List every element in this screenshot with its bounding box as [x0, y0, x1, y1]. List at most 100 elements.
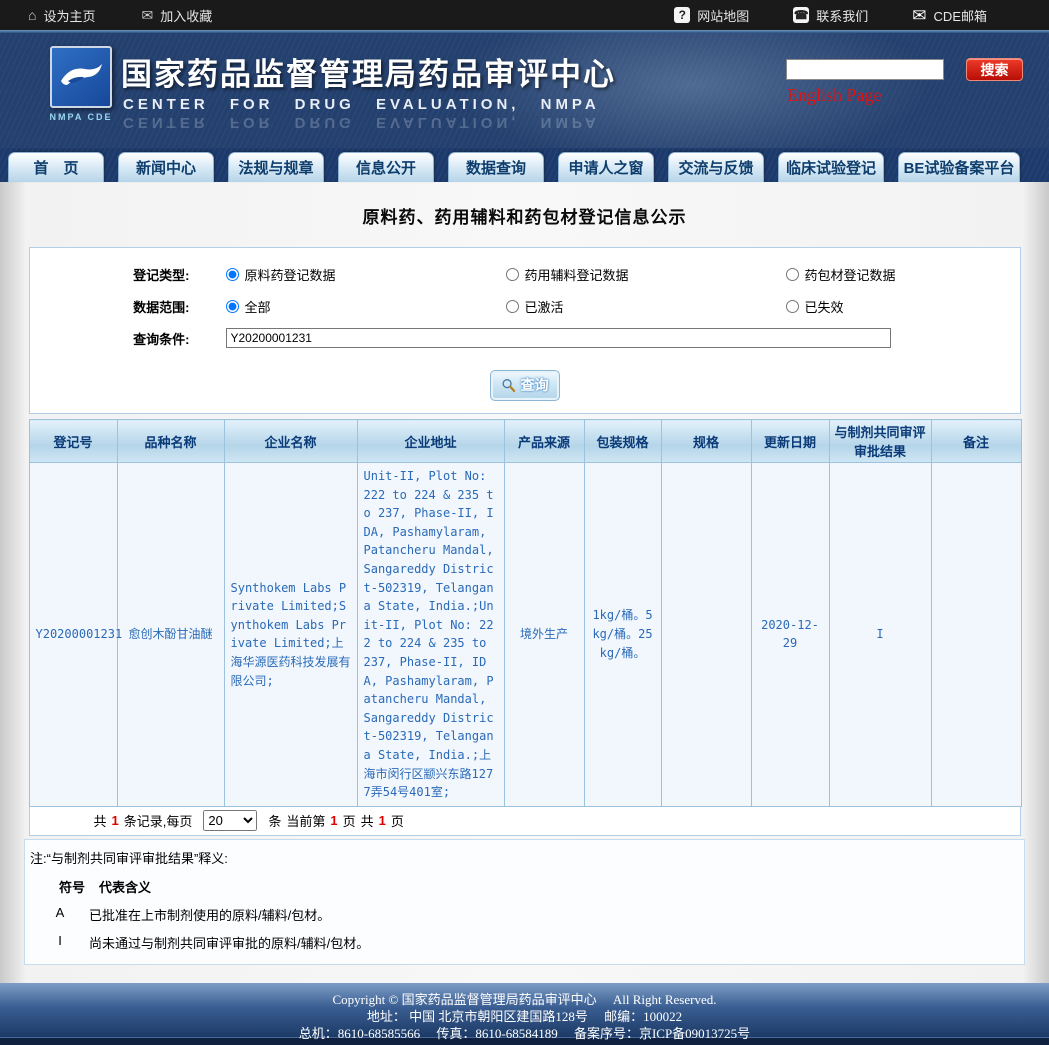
footer-address: 地址： 中国 北京市朝阳区建国路128号 邮编：100022: [366, 1008, 683, 1024]
col-header-company-address: 企业地址: [356, 419, 505, 463]
col-header-package-spec: 包装规格: [583, 419, 662, 463]
site-header: NMPA CDE 国家药品监督管理局药品审评中心 CENTER FOR DRUG…: [0, 33, 1049, 148]
pagination-pages-prefix: 共: [360, 814, 374, 830]
radio-raw-material-data[interactable]: 原料药登记数据: [225, 265, 470, 284]
cell-joint-review-result: I: [828, 462, 932, 807]
page-title: 原料药、药用辅料和药包材登记信息公示: [362, 208, 687, 227]
site-footer: Copyright © 国家药品监督管理局药品审评中心 All Right Re…: [0, 982, 1049, 1041]
radio-scope-activated-input[interactable]: [505, 299, 519, 313]
col-header-remark: 备注: [930, 419, 1022, 463]
site-title-english: CENTER FOR DRUG EVALUATION, NMPA: [123, 96, 600, 113]
sitemap-link[interactable]: ? 网站地图: [674, 6, 749, 25]
header-search-button[interactable]: 搜索: [966, 58, 1023, 81]
tab-laws-regulations[interactable]: 法规与规章: [228, 152, 324, 182]
radio-packaging-input[interactable]: [785, 267, 799, 281]
pagination-bar: 共 1 条记录,每页 20 条 当前第 1 页 共 1 页: [28, 806, 1021, 836]
radio-excipient-data[interactable]: 药用辅料登记数据: [505, 265, 750, 284]
radio-packaging-data[interactable]: 药包材登记数据: [785, 265, 1020, 284]
legend-item-a: A 已批准在上市制剂使用的原料/辅料/包材。: [25, 905, 1024, 924]
legend-notes: 注:“与制剂共同审评审批结果”释义: 符号 代表含义 A 已批准在上市制剂使用的…: [24, 838, 1025, 965]
phone-icon: ☎: [793, 7, 810, 23]
cell-update-date: 2020-12-29: [750, 462, 830, 807]
tab-applicant-window[interactable]: 申请人之窗: [558, 152, 654, 182]
reg-type-row: 登记类型: 原料药登记数据 药用辅料登记数据 药包材登记数据: [30, 258, 1020, 290]
col-header-product-source: 产品来源: [503, 419, 585, 463]
sitemap-label: 网站地图: [697, 8, 750, 24]
legend-col-meaning: 代表含义: [99, 879, 152, 895]
radio-excipient-input[interactable]: [505, 267, 519, 281]
cell-product-source: 境外生产: [503, 462, 585, 807]
magnifier-icon: [502, 378, 515, 392]
tab-data-query[interactable]: 数据查询: [448, 152, 544, 182]
radio-scope-all[interactable]: 全部: [225, 297, 470, 316]
radio-scope-expired[interactable]: 已失效: [785, 297, 1020, 316]
cell-company-name: Synthokem Labs Private Limited;Synthokem…: [223, 462, 358, 807]
legend-columns: 符号 代表含义: [25, 877, 1024, 896]
add-favorite-link[interactable]: ✉ 加入收藏: [141, 6, 212, 25]
contact-us-label: 联系我们: [816, 8, 869, 24]
query-condition-input[interactable]: [225, 328, 891, 348]
main-nav: 首 页 新闻中心 法规与规章 信息公开 数据查询 申请人之窗 交流与反馈 临床试…: [0, 148, 1049, 182]
pagination-total-records: 1: [111, 813, 119, 829]
swoosh-bird-icon: [61, 64, 102, 85]
query-submit-label: 查询: [520, 377, 549, 393]
pagination-current-prefix: 当前第: [286, 814, 326, 830]
table-row: Y20200001231 愈创木酚甘油醚 Synthokem Labs Priv…: [28, 462, 1022, 807]
col-header-spec: 规格: [660, 419, 752, 463]
home-icon: ⌂: [28, 7, 37, 23]
col-header-reg-no: 登记号: [28, 419, 118, 463]
legend-symbol-a: A: [55, 904, 65, 920]
pagination-total-pages: 1: [378, 813, 386, 829]
cell-reg-no: Y20200001231: [28, 462, 122, 807]
mail-icon: ✉: [912, 5, 927, 25]
cde-mail-label: CDE邮箱: [933, 8, 987, 24]
legend-title: 注:“与制剂共同审评审批结果”释义:: [30, 850, 228, 866]
legend-meaning-i: 尚未通过与制剂共同审评审批的原料/辅料/包材。: [89, 935, 370, 951]
tab-home[interactable]: 首 页: [8, 152, 104, 182]
tab-news-center[interactable]: 新闻中心: [118, 152, 214, 182]
radio-scope-all-input[interactable]: [225, 299, 239, 313]
query-submit-button[interactable]: 查询: [489, 370, 560, 401]
logo-mark: [50, 46, 112, 108]
contact-us-link[interactable]: ☎ 联系我们: [793, 6, 868, 25]
tab-be-trial-filing[interactable]: BE试验备案平台: [898, 152, 1020, 182]
radio-scope-activated-label: 已激活: [524, 299, 564, 315]
radio-scope-all-label: 全部: [244, 299, 271, 315]
col-header-company-name: 企业名称: [223, 419, 358, 463]
page-content: 原料药、药用辅料和药包材登记信息公示 登记类型: 原料药登记数据 药用辅料登记数…: [0, 182, 1049, 983]
footer-copyright: Copyright © 国家药品监督管理局药品审评中心 All Right Re…: [332, 991, 717, 1007]
pagination-current-page: 1: [330, 813, 338, 829]
radio-raw-material-input[interactable]: [225, 267, 239, 281]
col-header-joint-review-result: 与制剂共同审评审批结果: [828, 419, 932, 463]
cell-remark: [930, 462, 1022, 807]
radio-scope-expired-input[interactable]: [785, 299, 799, 313]
logo-caption: NMPA CDE: [49, 112, 113, 122]
results-table: 登记号 品种名称 企业名称 企业地址 产品来源 包装规格 规格 更新日期 与制剂…: [28, 419, 1022, 807]
cell-spec: [660, 462, 752, 807]
cell-package-spec: 1kg/桶。5kg/桶。25kg/桶。: [583, 462, 662, 807]
legend-meaning-a: 已批准在上市制剂使用的原料/辅料/包材。: [89, 907, 331, 923]
legend-symbol-i: I: [58, 932, 62, 948]
pagination-current-suffix: 页: [342, 814, 356, 830]
nmpa-cde-logo[interactable]: NMPA CDE: [46, 46, 116, 122]
tab-info-disclosure[interactable]: 信息公开: [338, 152, 434, 182]
tab-clinical-trial-registration[interactable]: 临床试验登记: [778, 152, 884, 182]
pagination-records-suffix: 条记录,每页: [123, 814, 193, 830]
scope-label: 数据范围:: [133, 299, 190, 315]
english-page-link[interactable]: English Page: [787, 85, 882, 106]
set-homepage-link[interactable]: ⌂ 设为主页: [28, 6, 95, 25]
site-title-english-reflection: CENTER FOR DRUG EVALUATION, NMPA: [123, 114, 600, 131]
cde-mail-link[interactable]: ✉ CDE邮箱: [912, 6, 987, 25]
page-size-select[interactable]: 20: [203, 810, 258, 832]
radio-scope-activated[interactable]: 已激活: [505, 297, 750, 316]
tab-exchange-feedback[interactable]: 交流与反馈: [668, 152, 764, 182]
col-header-product-name: 品种名称: [116, 419, 225, 463]
col-header-update-date: 更新日期: [750, 419, 830, 463]
query-condition-row: 查询条件:: [30, 322, 1020, 354]
radio-scope-expired-label: 已失效: [804, 299, 844, 315]
cell-product-name: 愈创木酚甘油醚: [116, 462, 225, 807]
reg-type-label: 登记类型:: [133, 267, 190, 283]
question-mark-icon: ?: [674, 7, 691, 23]
radio-excipient-label: 药用辅料登记数据: [524, 267, 629, 283]
header-search-input[interactable]: [786, 59, 944, 80]
